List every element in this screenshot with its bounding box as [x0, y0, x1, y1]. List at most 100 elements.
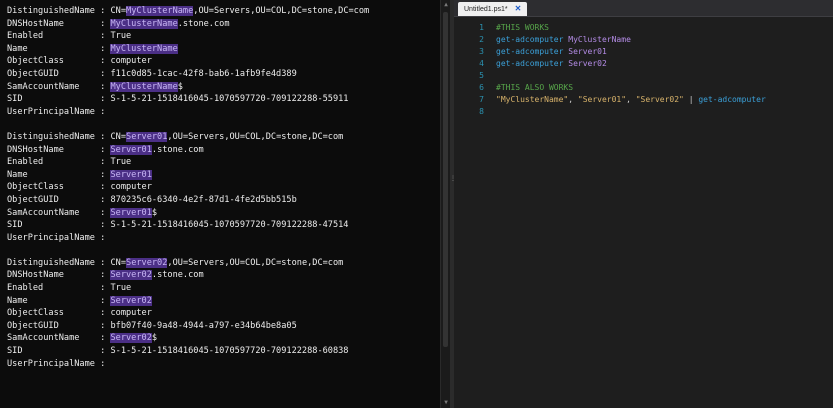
code-line: 3 get-adcomputer Server01 [454, 46, 833, 58]
code-line: 7 "MyClusterName", "Server01", "Server02"… [454, 94, 833, 106]
code-line: 6 #THIS ALSO WORKS [454, 82, 833, 94]
property-value: ,OU=Servers,OU=COL,DC=stone,DC=com [167, 257, 344, 268]
console-line: DistinguishedName : CN=MyClusterName,OU=… [7, 5, 440, 18]
property-value: bfb07f40-9a48-4944-a797-e34b64be8a05 [110, 320, 297, 331]
line-number: 5 [479, 71, 484, 80]
property-value: CN= [110, 257, 127, 268]
console-line: Enabled : True [7, 156, 440, 169]
console-line: SamAccountName : Server02$ [7, 332, 440, 345]
property-label: Enabled : [7, 157, 111, 168]
property-value: computer [110, 308, 152, 319]
code-token-cmdlet: get-adcomputer [698, 95, 766, 104]
script-editor-pane: Untitled1.ps1* ✕ 1 #THIS WORKS 2 get-adcompu… [454, 0, 833, 408]
console-line: DNSHostName : Server01.stone.com [7, 144, 440, 157]
property-label: UserPrincipalName : [7, 358, 111, 369]
code-line: 1 #THIS WORKS [454, 22, 833, 34]
property-value: .stone.com [151, 270, 204, 281]
console-line: SID : S-1-5-21-1518416045-1070597720-709… [7, 345, 440, 358]
console-line: ObjectClass : computer [7, 55, 440, 68]
property-label: Name : [7, 43, 111, 54]
console-line: SamAccountName : Server01$ [7, 207, 440, 220]
code-token-arg: Server02 [568, 59, 607, 68]
tab-title: Untitled1.ps1* [464, 6, 508, 13]
console-scrollbar-thumb[interactable] [443, 12, 448, 347]
property-value: f11c0d85-1cac-42f8-bab6-1afb9fe4d389 [110, 68, 297, 79]
console-output-pane[interactable]: DistinguishedName : CN=MyClusterName,OU=… [0, 0, 440, 408]
property-label: Name : [7, 295, 111, 306]
highlighted-name: MyClusterName [126, 6, 194, 16]
console-line: Enabled : True [7, 30, 440, 43]
property-value: CN= [110, 6, 127, 16]
line-number: 6 [479, 83, 484, 92]
code-token-plain: | [683, 95, 699, 104]
code-token-plain: , [568, 95, 578, 104]
code-token-comment: #THIS ALSO WORKS [496, 83, 574, 92]
code-text: get-adcomputer MyClusterName [496, 34, 631, 46]
property-label: ObjectClass : [7, 308, 111, 319]
console-line: DNSHostName : MyClusterName.stone.com [7, 18, 440, 31]
property-label: SamAccountName : [7, 207, 111, 218]
line-number: 2 [479, 35, 484, 44]
code-text: #THIS ALSO WORKS [496, 82, 573, 94]
line-number: 7 [479, 95, 484, 104]
code-line: 5 [454, 70, 833, 82]
console-lines: DistinguishedName : CN=MyClusterName,OU=… [0, 0, 440, 370]
code-text: #THIS WORKS [496, 22, 549, 34]
property-label: SID : [7, 346, 111, 357]
console-line: ObjectGUID : f11c0d85-1cac-42f8-bab6-1af… [7, 68, 440, 81]
console-line: ObjectGUID : 870235c6-6340-4e2f-87d1-4fe… [7, 194, 440, 207]
property-label: Enabled : [7, 283, 111, 294]
console-line: SamAccountName : MyClusterName$ [7, 81, 440, 94]
property-label: DistinguishedName : [7, 257, 111, 268]
property-label: DistinguishedName : [7, 6, 111, 16]
code-token-arg: Server01 [568, 47, 607, 56]
highlighted-name: MyClusterName [110, 43, 178, 54]
close-tab-icon[interactable]: ✕ [515, 4, 522, 13]
property-value: CN= [110, 131, 127, 142]
code-token-comment: #THIS WORKS [496, 23, 549, 32]
console-line: Name : Server01 [7, 169, 440, 182]
console-line: Enabled : True [7, 282, 440, 295]
property-value: ,OU=Servers,OU=COL,DC=stone,DC=com [167, 131, 344, 142]
console-line: UserPrincipalName : [7, 358, 440, 371]
highlighted-name: Server02 [110, 295, 152, 306]
highlighted-name: Server02 [110, 333, 152, 344]
tab-untitled1[interactable]: Untitled1.ps1* ✕ [458, 2, 528, 16]
property-label: SamAccountName : [7, 333, 111, 344]
script-code-area[interactable]: 1 #THIS WORKS 2 get-adcomputer MyClusterNam… [454, 17, 833, 118]
property-value: computer [110, 182, 152, 193]
property-value: 870235c6-6340-4e2f-87d1-4fe2d5bb515b [110, 194, 297, 205]
highlighted-name: MyClusterName [110, 81, 178, 92]
property-value: S-1-5-21-1518416045-1070597720-709122288… [110, 94, 349, 105]
property-label: DNSHostName : [7, 270, 111, 281]
highlighted-name: Server01 [110, 207, 152, 218]
property-label: ObjectClass : [7, 56, 111, 67]
console-scrollbar[interactable]: ▲ ▼ [440, 0, 450, 408]
property-label: DNSHostName : [7, 18, 111, 29]
property-value: S-1-5-21-1518416045-1070597720-709122288… [110, 346, 349, 357]
property-label: UserPrincipalName : [7, 232, 111, 243]
property-value: computer [110, 56, 152, 67]
line-number: 1 [479, 23, 484, 32]
code-token-cmdlet: get-adcomputer [496, 35, 564, 44]
console-line: SID : S-1-5-21-1518416045-1070597720-709… [7, 93, 440, 106]
code-token-cmdlet: get-adcomputer [496, 47, 564, 56]
property-label: DistinguishedName : [7, 131, 111, 142]
code-token-str: "Server01" [577, 95, 627, 104]
console-line: DistinguishedName : CN=Server02,OU=Serve… [7, 257, 440, 270]
property-label: SID : [7, 220, 111, 231]
highlighted-name: Server02 [126, 257, 168, 268]
property-label: SamAccountName : [7, 81, 111, 92]
property-value: True [110, 31, 132, 42]
property-value: .stone.com [151, 144, 204, 155]
property-label: DNSHostName : [7, 144, 111, 155]
code-line: 8 [454, 106, 833, 118]
line-number: 3 [479, 47, 484, 56]
editor-tab-bar: Untitled1.ps1* ✕ [454, 0, 833, 17]
property-value: S-1-5-21-1518416045-1070597720-709122288… [110, 220, 349, 231]
property-value: True [110, 157, 132, 168]
line-number: 4 [479, 59, 484, 68]
code-token-cmdlet: get-adcomputer [496, 59, 564, 68]
